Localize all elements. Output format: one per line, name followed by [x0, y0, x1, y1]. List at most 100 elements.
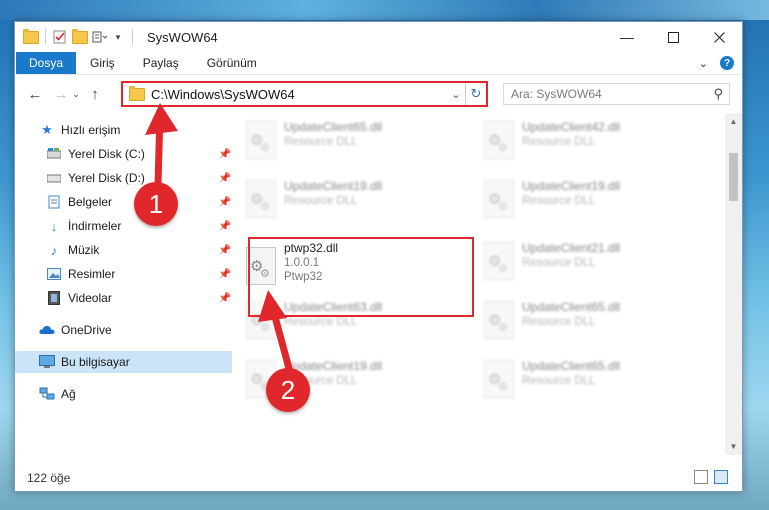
file-description: Resource DLL: [522, 195, 596, 207]
sidebar-item-label: Yerel Disk (D:): [68, 171, 145, 185]
sidebar-item-this-pc[interactable]: Bu bilgisayar: [15, 351, 232, 373]
ribbon-controls: ⌄ ?: [699, 52, 734, 74]
search-input[interactable]: Ara: SysWOW64 ⚲: [503, 83, 730, 105]
sidebar-item-label: Yerel Disk (C:): [68, 147, 145, 161]
sidebar-item-quick-access[interactable]: ★ Hızlı erişim: [15, 119, 232, 141]
details-view-icon[interactable]: [694, 470, 708, 484]
file-item[interactable]: ⚙ ⚙ UpdateClient65.dll Resource DLL: [236, 117, 456, 173]
dll-file-icon: ⚙ ⚙: [484, 360, 514, 398]
item-count: 122 öğe: [27, 471, 71, 485]
dll-file-icon: ⚙ ⚙: [484, 301, 514, 339]
refresh-icon[interactable]: ↻: [465, 83, 486, 105]
tiles-view-icon[interactable]: [714, 470, 728, 484]
desktop-background: [0, 0, 769, 20]
sidebar-item-label: Müzik: [68, 243, 100, 257]
drive-icon: [46, 146, 62, 162]
file-description: Resource DLL: [284, 136, 358, 148]
up-arrow-icon[interactable]: ↑: [85, 84, 105, 104]
search-placeholder: Ara: SysWOW64: [511, 87, 602, 101]
dll-file-icon: ⚙ ⚙: [484, 242, 514, 280]
navigation-pane: ★ Hızlı erişim Yerel Disk (C:) 📌 Yerel D…: [15, 113, 232, 455]
sidebar-item-network[interactable]: Ağ: [15, 383, 232, 405]
file-description: Resource DLL: [522, 257, 596, 269]
file-name: UpdateClient42.dll: [522, 120, 621, 134]
expand-ribbon-icon[interactable]: ⌄: [699, 57, 708, 70]
dll-file-icon: ⚙ ⚙: [246, 121, 276, 159]
dll-file-icon: ⚙ ⚙: [484, 180, 514, 218]
window-controls: —: [604, 22, 742, 52]
documents-icon: [46, 194, 62, 210]
scroll-down-icon[interactable]: ▼: [725, 438, 742, 455]
customize-toolbar-icon[interactable]: [92, 29, 108, 45]
scroll-thumb[interactable]: [729, 153, 738, 201]
chevron-down-icon[interactable]: ▾: [110, 29, 126, 45]
file-description: Resource DLL: [522, 136, 596, 148]
new-folder-icon[interactable]: [72, 28, 88, 45]
sidebar-item-onedrive[interactable]: OneDrive: [15, 319, 232, 341]
folder-icon: [129, 85, 145, 102]
file-item[interactable]: ⚙ ⚙ UpdateClient19.dll Resource DLL: [474, 176, 694, 232]
pictures-icon: [46, 266, 62, 282]
tab-file[interactable]: Dosya: [16, 52, 77, 74]
file-name: UpdateClient19.dll: [284, 179, 383, 193]
sidebar-item-label: Hızlı erişim: [61, 123, 121, 137]
forward-arrow-icon[interactable]: →: [51, 84, 71, 104]
file-explorer-window: ▾ SysWOW64 — Dosya Giriş Paylaş Görünüm …: [14, 21, 743, 492]
window-title: SysWOW64: [147, 29, 218, 45]
sidebar-item-label: Resimler: [68, 267, 116, 281]
tab-share[interactable]: Paylaş: [129, 52, 193, 74]
scroll-up-icon[interactable]: ▲: [725, 113, 742, 130]
tab-view[interactable]: Görünüm: [193, 52, 271, 74]
sidebar-item-videos[interactable]: Videolar 📌: [15, 287, 239, 309]
minimize-button[interactable]: —: [604, 22, 650, 52]
address-dropdown-icon[interactable]: ⌄: [447, 88, 465, 101]
sidebar-item-label: İndirmeler: [68, 219, 122, 233]
file-highlight-box: [248, 237, 474, 317]
music-icon: ♪: [50, 242, 58, 258]
address-bar[interactable]: C:\Windows\SysWOW64 ⌄ ↻: [121, 81, 488, 107]
file-item[interactable]: ⚙ ⚙ UpdateClient42.dll Resource DLL: [474, 117, 694, 173]
separator: [45, 29, 46, 45]
address-path[interactable]: C:\Windows\SysWOW64: [151, 87, 447, 102]
file-name: UpdateClient65.dll: [522, 300, 621, 314]
file-name: UpdateClient65.dll: [284, 120, 383, 134]
back-arrow-icon[interactable]: ←: [25, 84, 45, 104]
dll-file-icon: ⚙ ⚙: [484, 121, 514, 159]
file-item[interactable]: ⚙ ⚙ UpdateClient19.dll Resource DLL: [236, 176, 456, 232]
file-description: Resource DLL: [284, 195, 358, 207]
help-icon[interactable]: ?: [720, 56, 734, 70]
sidebar-item-documents[interactable]: Belgeler 📌: [15, 191, 239, 213]
file-name: UpdateClient65.dll: [522, 359, 621, 373]
star-icon: ★: [41, 122, 53, 137]
sidebar-item-local-disk-d[interactable]: Yerel Disk (D:) 📌: [15, 167, 239, 189]
file-description: Resource DLL: [522, 375, 596, 387]
properties-icon[interactable]: [52, 29, 68, 45]
sidebar-item-label: OneDrive: [61, 323, 112, 337]
sidebar-item-music[interactable]: ♪ Müzik 📌: [15, 239, 239, 261]
file-description: Resource DLL: [522, 316, 596, 328]
separator: [132, 29, 133, 45]
dll-file-icon: ⚙ ⚙: [246, 180, 276, 218]
ribbon-tabs: Dosya Giriş Paylaş Görünüm ⌄ ?: [15, 52, 742, 75]
sidebar-item-downloads[interactable]: ↓ İndirmeler 📌: [15, 215, 239, 237]
maximize-button[interactable]: [650, 22, 696, 52]
status-bar: 122 öğe: [15, 465, 742, 491]
sidebar-item-label: Belgeler: [68, 195, 113, 209]
recent-locations-icon[interactable]: ⌄: [71, 84, 81, 104]
search-icon[interactable]: ⚲: [713, 86, 723, 102]
file-item[interactable]: ⚙ ⚙ UpdateClient65.dll Resource DLL: [474, 297, 694, 353]
sidebar-item-local-disk-c[interactable]: Yerel Disk (C:) 📌: [15, 143, 239, 165]
sidebar-item-label: Ağ: [61, 387, 76, 401]
step-badge-2: 2: [266, 368, 310, 412]
cloud-icon: [39, 322, 55, 338]
sidebar-item-pictures[interactable]: Resimler 📌: [15, 263, 239, 285]
view-switcher: [694, 470, 728, 484]
file-item[interactable]: ⚙ ⚙ UpdateClient65.dll Resource DLL: [474, 356, 694, 412]
file-description: Resource DLL: [284, 316, 358, 328]
title-bar: ▾ SysWOW64 —: [15, 22, 742, 52]
file-item[interactable]: ⚙ ⚙ UpdateClient21.dll Resource DLL: [474, 238, 694, 294]
close-button[interactable]: [696, 22, 742, 52]
vertical-scrollbar[interactable]: ▲ ▼: [725, 113, 742, 455]
tab-home[interactable]: Giriş: [76, 52, 129, 74]
network-icon: [39, 386, 55, 402]
